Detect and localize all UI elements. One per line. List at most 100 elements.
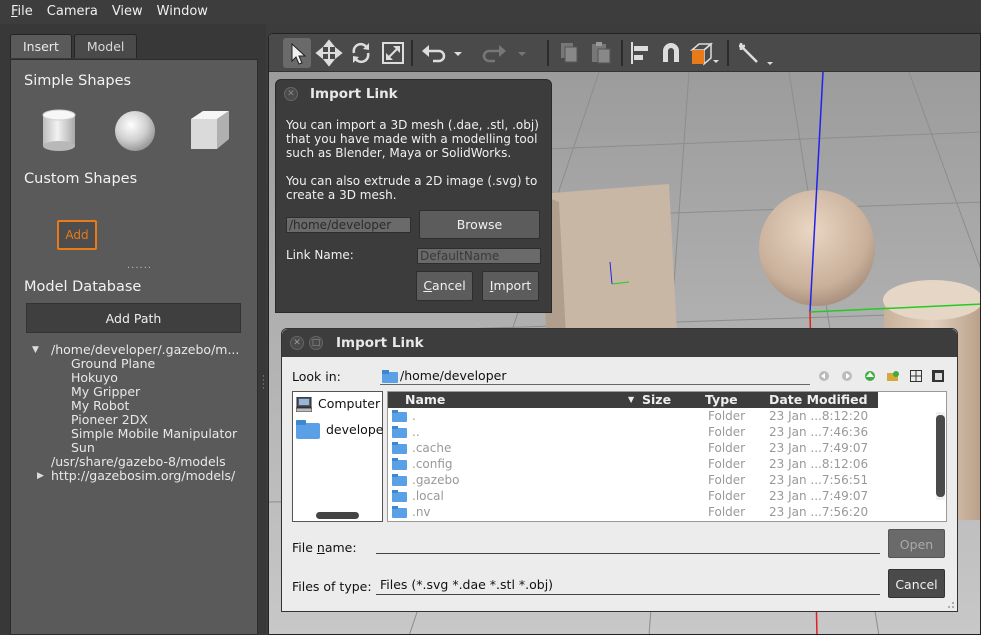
redo-icon[interactable] xyxy=(481,38,509,68)
panel-resize-handle[interactable]: ...... xyxy=(127,260,152,271)
cancel-mnemonic: C xyxy=(423,278,433,293)
file-name-mnemonic: n xyxy=(316,540,325,555)
open-button[interactable]: Open xyxy=(888,529,945,558)
parent-directory-icon[interactable] xyxy=(864,370,876,382)
align-icon[interactable] xyxy=(627,38,655,68)
file-type: Folder xyxy=(708,489,746,503)
tree-item[interactable]: Pioneer 2DX xyxy=(25,413,255,427)
left-tabs: Insert Model xyxy=(10,34,139,58)
folder-icon xyxy=(392,506,407,518)
column-name[interactable]: Name xyxy=(405,392,445,408)
back-icon[interactable] xyxy=(818,370,830,382)
tab-model[interactable]: Model xyxy=(73,34,138,58)
places-sidebar: Computer develope xyxy=(292,391,383,522)
snap-magnet-icon[interactable] xyxy=(657,38,685,68)
paste-icon[interactable] xyxy=(587,38,615,68)
tree-item[interactable]: Simple Mobile Manipulator xyxy=(25,427,255,441)
cylinder-shape-button[interactable] xyxy=(39,108,79,152)
close-icon[interactable]: ✕ xyxy=(284,87,298,101)
splitter-handle[interactable]: · · · · xyxy=(262,373,265,394)
select-arrow-icon[interactable] xyxy=(283,38,311,68)
add-path-button[interactable]: Add Path xyxy=(26,303,241,333)
menu-window[interactable]: Window xyxy=(150,0,215,24)
cancel-button[interactable]: Cancel xyxy=(888,569,945,598)
file-row[interactable]: .gazebo Folder 23 Jan ...7:56:51 xyxy=(388,472,878,488)
file-type: Folder xyxy=(708,441,746,455)
copy-icon[interactable] xyxy=(555,38,583,68)
menu-file[interactable]: File xyxy=(4,0,40,24)
tab-insert[interactable]: Insert xyxy=(10,34,72,58)
file-row[interactable]: . Folder 23 Jan ...8:12:20 xyxy=(388,408,878,424)
resize-grip-icon[interactable] xyxy=(945,599,955,609)
new-folder-icon[interactable] xyxy=(887,370,899,382)
tree-item[interactable]: Ground Plane xyxy=(25,357,255,371)
import-button[interactable]: Import xyxy=(482,271,539,301)
cancel-label: ancel xyxy=(432,278,466,293)
places-hscroll-thumb[interactable] xyxy=(316,512,359,519)
folder-icon xyxy=(392,458,407,470)
look-in-combo[interactable]: /home/developer xyxy=(380,368,810,385)
tree-item[interactable]: ▶ http://gazebosim.org/models/ xyxy=(25,469,255,483)
column-type[interactable]: Type xyxy=(705,392,738,408)
file-date: 23 Jan ...7:49:07 xyxy=(769,489,869,503)
mesh-path-field[interactable]: /home/developer xyxy=(286,217,411,233)
file-row[interactable]: .nv Folder 23 Jan ...7:56:20 xyxy=(388,504,878,520)
file-row[interactable]: .local Folder 23 Jan ...7:49:07 xyxy=(388,488,878,504)
files-of-type-label: Files of type: xyxy=(292,579,372,594)
file-row[interactable]: .. Folder 23 Jan ...7:46:36 xyxy=(388,424,878,440)
insert-panel: Simple Shapes Custom Shapes Add ...... M… xyxy=(10,59,258,635)
rotate-icon[interactable] xyxy=(347,38,375,68)
file-name: .cache xyxy=(412,441,452,455)
redo-dropdown-icon[interactable] xyxy=(515,38,529,68)
file-name: .local xyxy=(412,489,444,503)
forward-icon[interactable] xyxy=(841,370,853,382)
close-icon[interactable]: ✕ xyxy=(290,336,304,350)
list-view-icon[interactable] xyxy=(910,370,922,382)
look-in-value: /home/developer xyxy=(400,368,507,383)
cancel-button[interactable]: Cancel xyxy=(416,271,473,301)
file-row[interactable]: .config Folder 23 Jan ...8:12:06 xyxy=(388,456,878,472)
sort-indicator-icon: ▼ xyxy=(628,395,635,404)
tree-item[interactable]: /usr/share/gazebo-8/models xyxy=(25,455,255,469)
column-date-modified[interactable]: Date Modified xyxy=(769,392,868,408)
tree-item[interactable]: My Robot xyxy=(25,399,255,413)
file-type: Folder xyxy=(708,505,746,519)
custom-shapes-title: Custom Shapes xyxy=(24,171,138,187)
tree-item[interactable]: ▼ /home/developer/.gazebo/m... xyxy=(25,343,255,357)
undo-icon[interactable] xyxy=(419,38,447,68)
folder-icon xyxy=(392,474,407,486)
computer-icon xyxy=(296,397,312,412)
file-date: 23 Jan ...7:56:51 xyxy=(769,473,869,487)
tree-item[interactable]: Hokuyo xyxy=(25,371,255,385)
menu-camera[interactable]: Camera xyxy=(40,0,105,24)
file-name-input[interactable] xyxy=(376,536,880,554)
sphere-shape-button[interactable] xyxy=(113,109,157,153)
svg-description: You can also extrude a 2D image (.svg) t… xyxy=(286,174,538,202)
file-type: Folder xyxy=(708,409,746,423)
chevron-down-icon[interactable]: ▼ xyxy=(32,343,39,357)
file-name-label: File name: xyxy=(292,540,357,555)
left-dock: Insert Model Simple Shapes Custom Shapes… xyxy=(0,24,266,635)
joint-link-icon[interactable] xyxy=(735,38,775,68)
scale-icon[interactable] xyxy=(379,38,407,68)
browse-button[interactable]: Browse xyxy=(419,210,540,239)
tree-item-label: Hokuyo xyxy=(71,370,118,385)
import-link-file-dialog: ✕ □ Import Link Look in: /home/developer… xyxy=(281,328,958,612)
maximize-icon[interactable]: □ xyxy=(309,336,323,350)
file-name: .gazebo xyxy=(412,473,460,487)
translate-icon[interactable] xyxy=(315,38,343,68)
menu-view[interactable]: View xyxy=(105,0,150,24)
file-row[interactable]: .cache Folder 23 Jan ...7:49:07 xyxy=(388,440,878,456)
box-shape-button[interactable] xyxy=(187,109,231,151)
column-size[interactable]: Size xyxy=(642,392,671,408)
detail-view-icon[interactable] xyxy=(932,370,944,382)
tree-item[interactable]: Sun xyxy=(25,441,255,455)
view-angle-cube-icon[interactable] xyxy=(687,38,721,68)
add-custom-shape-button[interactable]: Add xyxy=(57,220,97,250)
files-of-type-combo[interactable]: Files (*.svg *.dae *.stl *.obj) xyxy=(376,577,880,595)
file-list-vscroll-thumb[interactable] xyxy=(936,415,945,497)
chevron-right-icon[interactable]: ▶ xyxy=(37,469,44,483)
undo-dropdown-icon[interactable] xyxy=(451,38,465,68)
link-name-input[interactable]: DefaultName xyxy=(417,248,541,264)
tree-item[interactable]: My Gripper xyxy=(25,385,255,399)
